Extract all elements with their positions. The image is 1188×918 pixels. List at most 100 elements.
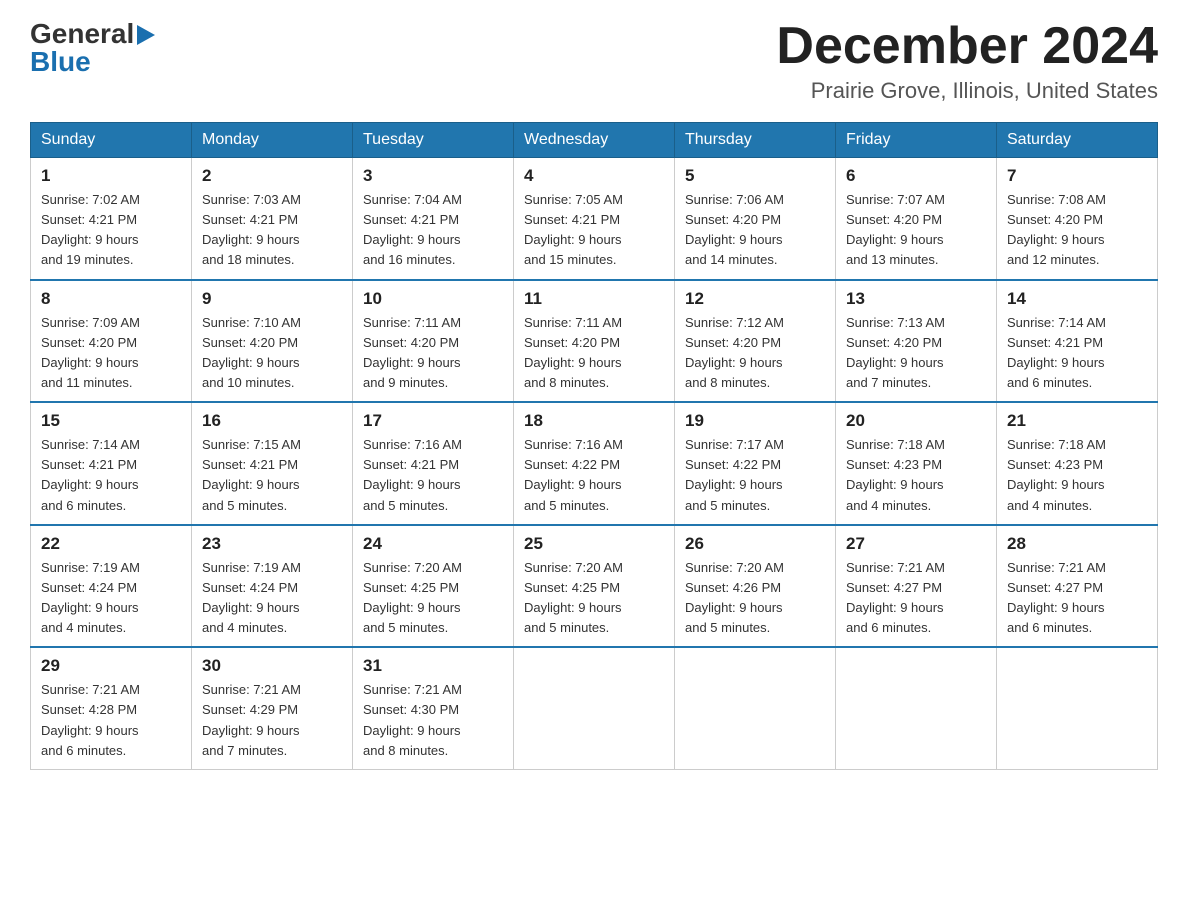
day-info: Sunrise: 7:19 AMSunset: 4:24 PMDaylight:… xyxy=(41,558,181,639)
day-info: Sunrise: 7:08 AMSunset: 4:20 PMDaylight:… xyxy=(1007,190,1147,271)
day-number: 5 xyxy=(685,166,825,186)
day-info: Sunrise: 7:02 AMSunset: 4:21 PMDaylight:… xyxy=(41,190,181,271)
day-info: Sunrise: 7:05 AMSunset: 4:21 PMDaylight:… xyxy=(524,190,664,271)
day-number: 14 xyxy=(1007,289,1147,309)
day-info: Sunrise: 7:18 AMSunset: 4:23 PMDaylight:… xyxy=(1007,435,1147,516)
day-info: Sunrise: 7:21 AMSunset: 4:27 PMDaylight:… xyxy=(1007,558,1147,639)
day-number: 27 xyxy=(846,534,986,554)
day-info: Sunrise: 7:20 AMSunset: 4:26 PMDaylight:… xyxy=(685,558,825,639)
calendar-day-cell: 17Sunrise: 7:16 AMSunset: 4:21 PMDayligh… xyxy=(353,402,514,525)
day-info: Sunrise: 7:06 AMSunset: 4:20 PMDaylight:… xyxy=(685,190,825,271)
calendar-day-cell: 29 Sunrise: 7:21 AMSunset: 4:28 PMDayligh… xyxy=(31,647,192,769)
day-number: 4 xyxy=(524,166,664,186)
day-number: 12 xyxy=(685,289,825,309)
day-info: Sunrise: 7:07 AMSunset: 4:20 PMDaylight:… xyxy=(846,190,986,271)
day-number: 3 xyxy=(363,166,503,186)
calendar-day-cell xyxy=(836,647,997,769)
day-info: Sunrise: 7:10 AMSunset: 4:20 PMDaylight:… xyxy=(202,313,342,394)
logo: General Blue xyxy=(30,20,155,76)
day-number: 28 xyxy=(1007,534,1147,554)
weekday-header-tuesday: Tuesday xyxy=(353,123,514,158)
day-number: 25 xyxy=(524,534,664,554)
calendar-day-cell: 14Sunrise: 7:14 AMSunset: 4:21 PMDayligh… xyxy=(997,280,1158,403)
calendar-day-cell xyxy=(514,647,675,769)
calendar-day-cell: 30 Sunrise: 7:21 AMSunset: 4:29 PMDayligh… xyxy=(192,647,353,769)
calendar-day-cell: 12 Sunrise: 7:12 AMSunset: 4:20 PMDayligh… xyxy=(675,280,836,403)
day-info: Sunrise: 7:21 AMSunset: 4:28 PMDaylight:… xyxy=(41,680,181,761)
day-number: 16 xyxy=(202,411,342,431)
day-info: Sunrise: 7:20 AMSunset: 4:25 PMDaylight:… xyxy=(524,558,664,639)
calendar-day-cell: 3 Sunrise: 7:04 AMSunset: 4:21 PMDaylight… xyxy=(353,158,514,280)
day-info: Sunrise: 7:09 AMSunset: 4:20 PMDaylight:… xyxy=(41,313,181,394)
logo-blue-text: Blue xyxy=(30,48,91,76)
calendar-table: SundayMondayTuesdayWednesdayThursdayFrid… xyxy=(30,122,1158,770)
day-number: 7 xyxy=(1007,166,1147,186)
calendar-day-cell: 13 Sunrise: 7:13 AMSunset: 4:20 PMDayligh… xyxy=(836,280,997,403)
day-number: 1 xyxy=(41,166,181,186)
day-info: Sunrise: 7:16 AMSunset: 4:21 PMDaylight:… xyxy=(363,435,503,516)
calendar-day-cell: 31 Sunrise: 7:21 AMSunset: 4:30 PMDayligh… xyxy=(353,647,514,769)
calendar-day-cell: 15Sunrise: 7:14 AMSunset: 4:21 PMDayligh… xyxy=(31,402,192,525)
calendar-day-cell xyxy=(675,647,836,769)
day-number: 18 xyxy=(524,411,664,431)
day-number: 30 xyxy=(202,656,342,676)
weekday-header-row: SundayMondayTuesdayWednesdayThursdayFrid… xyxy=(31,123,1158,158)
page-header: General Blue December 2024 Prairie Grove… xyxy=(30,20,1158,104)
calendar-day-cell: 7 Sunrise: 7:08 AMSunset: 4:20 PMDaylight… xyxy=(997,158,1158,280)
logo-triangle-icon xyxy=(137,25,155,45)
calendar-day-cell xyxy=(997,647,1158,769)
calendar-day-cell: 1 Sunrise: 7:02 AMSunset: 4:21 PMDaylight… xyxy=(31,158,192,280)
weekday-header-thursday: Thursday xyxy=(675,123,836,158)
day-info: Sunrise: 7:04 AMSunset: 4:21 PMDaylight:… xyxy=(363,190,503,271)
day-info: Sunrise: 7:11 AMSunset: 4:20 PMDaylight:… xyxy=(524,313,664,394)
day-info: Sunrise: 7:21 AMSunset: 4:27 PMDaylight:… xyxy=(846,558,986,639)
weekday-header-saturday: Saturday xyxy=(997,123,1158,158)
calendar-day-cell: 10 Sunrise: 7:11 AMSunset: 4:20 PMDayligh… xyxy=(353,280,514,403)
calendar-day-cell: 4 Sunrise: 7:05 AMSunset: 4:21 PMDaylight… xyxy=(514,158,675,280)
calendar-day-cell: 18Sunrise: 7:16 AMSunset: 4:22 PMDayligh… xyxy=(514,402,675,525)
calendar-day-cell: 22 Sunrise: 7:19 AMSunset: 4:24 PMDayligh… xyxy=(31,525,192,648)
calendar-day-cell: 25 Sunrise: 7:20 AMSunset: 4:25 PMDayligh… xyxy=(514,525,675,648)
calendar-day-cell: 24 Sunrise: 7:20 AMSunset: 4:25 PMDayligh… xyxy=(353,525,514,648)
calendar-day-cell: 16Sunrise: 7:15 AMSunset: 4:21 PMDayligh… xyxy=(192,402,353,525)
day-info: Sunrise: 7:11 AMSunset: 4:20 PMDaylight:… xyxy=(363,313,503,394)
logo-general-text: General xyxy=(30,20,134,48)
day-info: Sunrise: 7:12 AMSunset: 4:20 PMDaylight:… xyxy=(685,313,825,394)
day-number: 21 xyxy=(1007,411,1147,431)
calendar-day-cell: 23 Sunrise: 7:19 AMSunset: 4:24 PMDayligh… xyxy=(192,525,353,648)
location-text: Prairie Grove, Illinois, United States xyxy=(776,78,1158,104)
calendar-day-cell: 19 Sunrise: 7:17 AMSunset: 4:22 PMDayligh… xyxy=(675,402,836,525)
day-number: 29 xyxy=(41,656,181,676)
calendar-day-cell: 20 Sunrise: 7:18 AMSunset: 4:23 PMDayligh… xyxy=(836,402,997,525)
day-info: Sunrise: 7:21 AMSunset: 4:30 PMDaylight:… xyxy=(363,680,503,761)
calendar-day-cell: 26Sunrise: 7:20 AMSunset: 4:26 PMDayligh… xyxy=(675,525,836,648)
calendar-week-row: 22 Sunrise: 7:19 AMSunset: 4:24 PMDayligh… xyxy=(31,525,1158,648)
day-number: 10 xyxy=(363,289,503,309)
day-info: Sunrise: 7:18 AMSunset: 4:23 PMDaylight:… xyxy=(846,435,986,516)
calendar-day-cell: 2 Sunrise: 7:03 AMSunset: 4:21 PMDaylight… xyxy=(192,158,353,280)
calendar-week-row: 15Sunrise: 7:14 AMSunset: 4:21 PMDayligh… xyxy=(31,402,1158,525)
calendar-day-cell: 11Sunrise: 7:11 AMSunset: 4:20 PMDayligh… xyxy=(514,280,675,403)
weekday-header-friday: Friday xyxy=(836,123,997,158)
day-info: Sunrise: 7:03 AMSunset: 4:21 PMDaylight:… xyxy=(202,190,342,271)
day-number: 22 xyxy=(41,534,181,554)
calendar-day-cell: 5 Sunrise: 7:06 AMSunset: 4:20 PMDaylight… xyxy=(675,158,836,280)
calendar-day-cell: 21 Sunrise: 7:18 AMSunset: 4:23 PMDayligh… xyxy=(997,402,1158,525)
day-number: 19 xyxy=(685,411,825,431)
calendar-week-row: 8Sunrise: 7:09 AMSunset: 4:20 PMDaylight… xyxy=(31,280,1158,403)
day-info: Sunrise: 7:19 AMSunset: 4:24 PMDaylight:… xyxy=(202,558,342,639)
day-info: Sunrise: 7:17 AMSunset: 4:22 PMDaylight:… xyxy=(685,435,825,516)
weekday-header-monday: Monday xyxy=(192,123,353,158)
day-number: 15 xyxy=(41,411,181,431)
calendar-day-cell: 6Sunrise: 7:07 AMSunset: 4:20 PMDaylight… xyxy=(836,158,997,280)
day-number: 31 xyxy=(363,656,503,676)
day-number: 24 xyxy=(363,534,503,554)
day-number: 23 xyxy=(202,534,342,554)
day-info: Sunrise: 7:20 AMSunset: 4:25 PMDaylight:… xyxy=(363,558,503,639)
day-number: 2 xyxy=(202,166,342,186)
day-info: Sunrise: 7:13 AMSunset: 4:20 PMDaylight:… xyxy=(846,313,986,394)
day-number: 20 xyxy=(846,411,986,431)
day-info: Sunrise: 7:21 AMSunset: 4:29 PMDaylight:… xyxy=(202,680,342,761)
day-number: 13 xyxy=(846,289,986,309)
calendar-day-cell: 8Sunrise: 7:09 AMSunset: 4:20 PMDaylight… xyxy=(31,280,192,403)
